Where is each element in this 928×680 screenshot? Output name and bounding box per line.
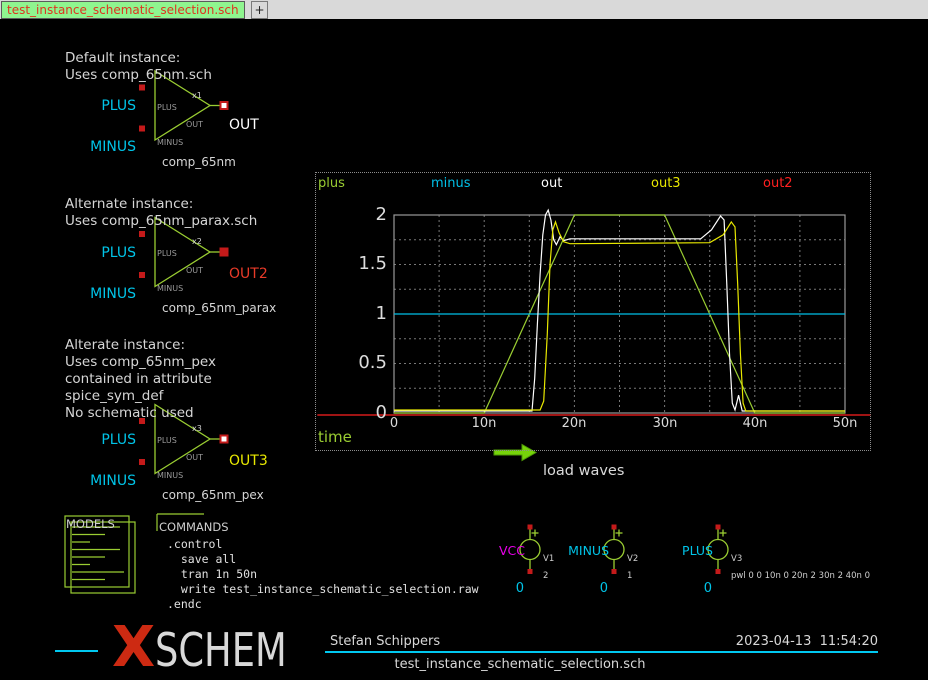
x-axis-label: time: [318, 428, 352, 446]
source-value-v1: 2: [543, 572, 548, 582]
x-tick-40n: 40n: [735, 416, 775, 431]
pin-square: [221, 249, 228, 256]
logo-text: SCHEM: [155, 627, 287, 673]
instance-ref: x2: [192, 237, 202, 246]
load-waves-launcher[interactable]: load waves: [543, 463, 624, 480]
y-tick-1: 1: [327, 303, 387, 324]
pin-square: [139, 85, 145, 91]
net-label-plus[interactable]: PLUS: [85, 245, 136, 261]
legend-plus[interactable]: plus: [318, 176, 345, 191]
net-label-plus[interactable]: PLUS: [85, 98, 136, 114]
pin-label-minus: MINUS: [157, 138, 183, 147]
x-tick-30n: 30n: [645, 416, 685, 431]
models-label: MODELS: [66, 518, 115, 531]
symbol-name: comp_65nm: [162, 156, 236, 170]
logo-x-glyph: X: [112, 615, 155, 680]
footer-underline: [325, 651, 878, 653]
gnd-label[interactable]: 0: [588, 582, 608, 597]
pin-label-minus: MINUS: [157, 471, 183, 480]
y-tick-2: 2: [327, 204, 387, 225]
spice-commands-text[interactable]: .control save all tran 1n 50n write test…: [167, 537, 479, 612]
source-net-plus[interactable]: PLUS: [653, 544, 713, 558]
net-label-minus[interactable]: MINUS: [85, 139, 136, 155]
tab-label: test_instance_schematic_selection.sch: [7, 3, 239, 17]
source-ref-v2: V2: [627, 555, 638, 565]
symbol-name: comp_65nm_pex: [162, 489, 264, 503]
gnd-label[interactable]: 0: [504, 582, 524, 597]
xschem-logo: XSCHEM: [112, 620, 320, 676]
new-tab-button[interactable]: +: [251, 1, 268, 19]
pin-square: [612, 569, 617, 574]
source-value-v3: pwl 0 0 10n 0 20n 2 30n 2 40n 0: [731, 572, 870, 582]
pin-square: [221, 436, 228, 443]
y-tick-1-5: 1.5: [327, 253, 387, 274]
pin-label-plus: PLUS: [157, 249, 177, 258]
pin-label-plus: PLUS: [157, 436, 177, 445]
pin-square: [528, 525, 533, 530]
legend-minus[interactable]: minus: [431, 176, 471, 191]
section-1-heading: Default instance: Uses comp_65nm.sch: [65, 50, 212, 84]
section-3-heading: Alterate instance: Uses comp_65nm_pex co…: [65, 337, 216, 422]
commands-label: COMMANDS: [159, 521, 229, 534]
pin-label-out: OUT: [180, 266, 203, 275]
instance-ref: x1: [192, 91, 202, 100]
author-name: Stefan Schippers: [330, 635, 440, 650]
pin-square: [139, 459, 145, 465]
pin-label-out: OUT: [180, 120, 203, 129]
pin-label-plus: PLUS: [157, 103, 177, 112]
source-net-vcc[interactable]: VCC: [465, 544, 525, 558]
symbol-name: comp_65nm_parax: [162, 302, 276, 316]
pin-square: [139, 231, 145, 237]
source-ref-v3: V3: [731, 555, 742, 565]
net-label-minus[interactable]: MINUS: [85, 286, 136, 302]
sheet-title: test_instance_schematic_selection.sch: [300, 658, 740, 673]
waveform-graph[interactable]: plus minus out out3 out2 2 1.5 1 0.5 0 0…: [315, 172, 871, 451]
x-tick-50n: 50n: [825, 416, 865, 431]
x-tick-0: 0: [374, 416, 414, 431]
x-tick-10n: 10n: [464, 416, 504, 431]
net-label-plus[interactable]: PLUS: [85, 432, 136, 448]
pin-label-minus: MINUS: [157, 284, 183, 293]
schematic-canvas[interactable]: Default instance: Uses comp_65nm.sch Alt…: [0, 19, 928, 665]
waveform-plot-area: [316, 173, 872, 452]
source-net-minus[interactable]: MINUS: [549, 544, 609, 558]
x-tick-20n: 20n: [554, 416, 594, 431]
pin-square: [528, 569, 533, 574]
gnd-label[interactable]: 0: [692, 582, 712, 597]
net-label-out[interactable]: OUT: [229, 117, 259, 133]
net-label-out[interactable]: OUT2: [229, 266, 268, 282]
plus-icon: +: [254, 3, 264, 17]
pin-label-out: OUT: [180, 453, 203, 462]
pin-square: [221, 102, 228, 109]
legend-out[interactable]: out: [541, 176, 562, 191]
pin-square: [139, 126, 145, 132]
source-value-v2: 1: [627, 572, 632, 582]
legend-out2[interactable]: out2: [763, 176, 793, 191]
pin-square: [612, 525, 617, 530]
instance-ref: x3: [192, 424, 202, 433]
legend-out3[interactable]: out3: [651, 176, 681, 191]
schematic-tab[interactable]: test_instance_schematic_selection.sch: [1, 1, 245, 19]
pin-square: [716, 525, 721, 530]
net-label-minus[interactable]: MINUS: [85, 473, 136, 489]
timestamp: 2023-04-13 11:54:20: [678, 635, 878, 650]
section-2-heading: Alternate instance: Uses comp_65nm_parax…: [65, 196, 257, 230]
tab-bar: test_instance_schematic_selection.sch +: [0, 0, 928, 19]
pin-square: [139, 272, 145, 278]
y-tick-0-5: 0.5: [327, 352, 387, 373]
footer-left-line: [55, 650, 98, 652]
net-label-out[interactable]: OUT3: [229, 453, 268, 469]
pin-square: [716, 569, 721, 574]
